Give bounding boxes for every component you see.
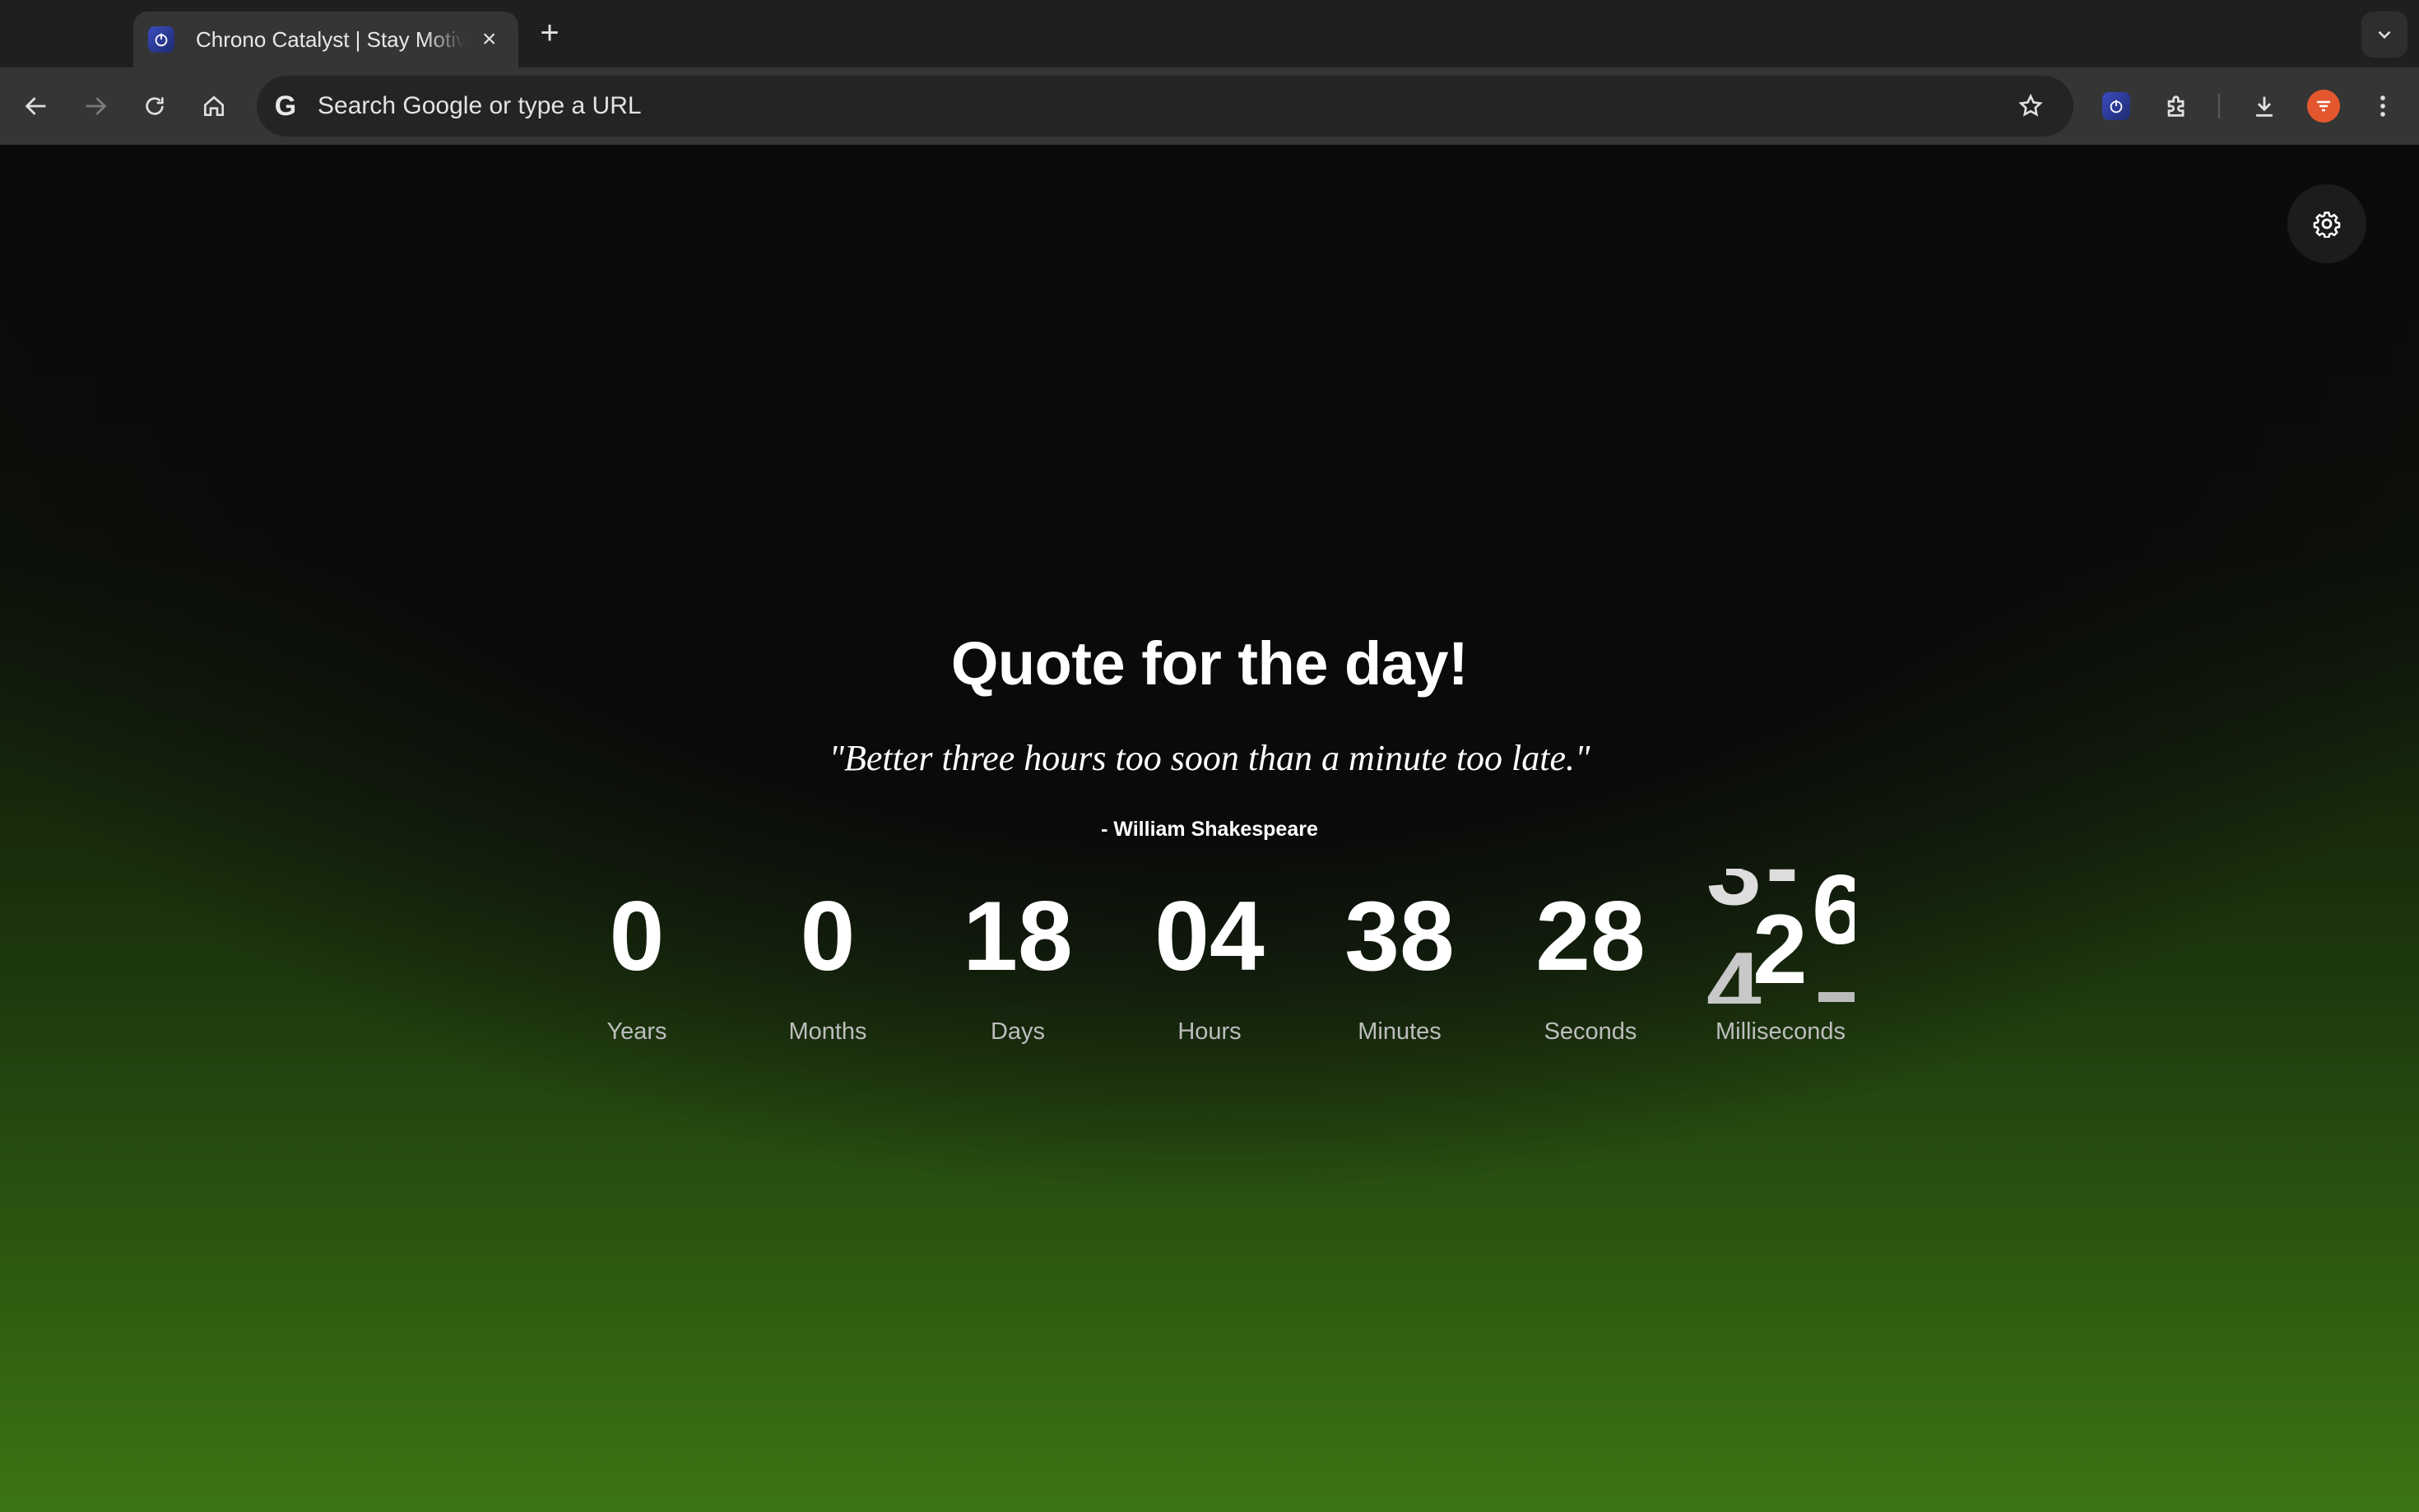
- home-icon: [204, 95, 224, 116]
- countdown-days: 18 Days: [944, 869, 1092, 1046]
- browser-tab[interactable]: Chrono Catalyst | Stay Motivated ×: [133, 12, 518, 67]
- home-button[interactable]: [194, 86, 234, 126]
- countdown-minutes: 38 Minutes: [1326, 869, 1474, 1046]
- arrow-right-icon: [86, 97, 107, 115]
- seconds-value: 28: [1535, 881, 1646, 991]
- days-label: Days: [990, 1018, 1046, 1045]
- quote-author: - William Shakespeare: [1101, 818, 1318, 841]
- days-value: 18: [963, 881, 1073, 991]
- seconds-label: Seconds: [1544, 1018, 1637, 1045]
- arrow-left-icon: [25, 97, 46, 115]
- countdown-years: 0 Years: [563, 869, 711, 1046]
- chevron-down-icon: [2378, 30, 2391, 39]
- ms-digit-3: 6: [1812, 869, 1855, 965]
- forward-button[interactable]: [76, 86, 115, 126]
- quote-text: "Better three hours too soon than a minu…: [829, 738, 1590, 778]
- new-tab-button[interactable]: +: [532, 15, 568, 51]
- chrono-catalyst-favicon-icon: [148, 26, 174, 53]
- reload-icon: [146, 97, 164, 115]
- extensions-button[interactable]: [2157, 86, 2197, 126]
- browser-toolbar: G Search Google or type a URL: [0, 67, 2419, 145]
- years-label: Years: [606, 1018, 667, 1045]
- countdown-seconds: 28 Seconds: [1516, 869, 1665, 1046]
- chrono-catalyst-extension-icon: [2102, 92, 2130, 120]
- countdown-hours: 04 Hours: [1135, 869, 1284, 1046]
- avatar: [2307, 90, 2340, 123]
- tab-search-button[interactable]: [2361, 12, 2407, 58]
- years-value: 0: [609, 881, 665, 991]
- profile-button[interactable]: [2304, 86, 2343, 126]
- browser-tab-strip: Chrono Catalyst | Stay Motivated × +: [0, 0, 2419, 67]
- countdown-milliseconds: 3 - 4 2 6 Milliseconds: [1706, 869, 1855, 1046]
- google-icon: G: [274, 90, 297, 122]
- puzzle-piece-icon: [2167, 95, 2185, 117]
- ms-digit-2: 2: [1753, 894, 1808, 1004]
- chrono-catalyst-extension-button[interactable]: [2096, 86, 2136, 126]
- address-bar[interactable]: G Search Google or type a URL: [257, 76, 2073, 137]
- gear-icon: [2313, 211, 2341, 238]
- menu-button[interactable]: [2363, 86, 2403, 126]
- address-bar-placeholder: Search Google or type a URL: [318, 92, 642, 119]
- ms-rolling-digit-bar: [1818, 992, 1855, 1002]
- quote-heading: Quote for the day!: [950, 629, 1469, 698]
- star-icon: [2018, 93, 2043, 117]
- download-icon: [2256, 96, 2273, 117]
- tab-title: Chrono Catalyst | Stay Motivated: [196, 26, 466, 52]
- page-viewport: Quote for the day! "Better three hours t…: [0, 145, 2419, 1512]
- downloads-button[interactable]: [2245, 86, 2284, 126]
- reload-button[interactable]: [135, 86, 174, 126]
- minutes-label: Minutes: [1358, 1018, 1442, 1045]
- settings-button[interactable]: [2287, 184, 2366, 263]
- months-label: Months: [788, 1018, 867, 1045]
- milliseconds-value: 3 - 4 2 6: [1706, 869, 1855, 1004]
- countdown-months: 0 Months: [754, 869, 902, 1046]
- toolbar-separator: [2218, 94, 2220, 118]
- tab-close-button[interactable]: ×: [475, 25, 504, 54]
- more-vert-icon: [2380, 95, 2385, 117]
- bookmark-star-button[interactable]: [2011, 86, 2050, 126]
- months-value: 0: [800, 881, 856, 991]
- milliseconds-label: Milliseconds: [1716, 1018, 1846, 1045]
- back-button[interactable]: [16, 86, 56, 126]
- hours-value: 04: [1154, 881, 1265, 991]
- hours-label: Hours: [1177, 1018, 1242, 1045]
- minutes-value: 38: [1344, 881, 1455, 991]
